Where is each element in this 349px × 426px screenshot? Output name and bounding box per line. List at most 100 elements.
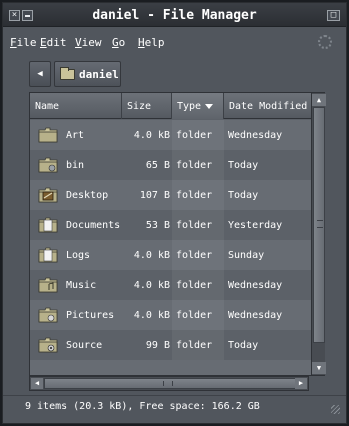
folder-music-icon <box>38 277 58 293</box>
menu-go-label: o <box>118 36 126 49</box>
folder-art-icon <box>38 127 58 143</box>
file-type: folder <box>176 190 213 201</box>
menu-go-mnemonic: G <box>112 36 119 49</box>
file-row[interactable]: Desktop 107 B folder Today <box>30 180 324 210</box>
breadcrumb-home-button[interactable]: daniel <box>54 61 121 87</box>
breadcrumb-label: daniel <box>79 68 119 81</box>
menu-edit-mnemonic: E <box>40 36 47 49</box>
title-bar[interactable]: × daniel - File Manager □ <box>3 3 346 27</box>
scroll-grip-icon <box>317 220 323 228</box>
file-size: 53 B <box>145 220 170 231</box>
file-name: Art <box>66 130 85 141</box>
file-type: folder <box>176 280 213 291</box>
file-name: Source <box>66 340 103 351</box>
folder-documents-icon <box>38 217 58 233</box>
file-row[interactable]: bin 65 B folder Today <box>30 150 324 180</box>
status-bar: 9 items (20.3 kB), Free space: 166.2 GB <box>3 395 346 417</box>
menu-view-label: iew <box>81 36 102 49</box>
column-header-type[interactable]: Type <box>172 93 224 119</box>
column-header-date-modified[interactable]: Date Modified <box>224 93 324 119</box>
home-folder-icon <box>60 67 75 80</box>
back-arrow-icon: ◀ <box>37 69 43 79</box>
file-date-modified: Sunday <box>228 250 265 261</box>
scroll-down-icon: ▼ <box>316 364 322 372</box>
back-button[interactable]: ◀ <box>29 61 51 87</box>
file-row-partial[interactable] <box>30 360 324 375</box>
file-date-modified: Wednesday <box>228 280 283 291</box>
file-row[interactable]: Source 99 B folder Today <box>30 330 324 360</box>
file-name: Pictures <box>66 310 115 321</box>
file-name: bin <box>66 160 85 171</box>
file-type: folder <box>176 310 213 321</box>
file-date-modified: Wednesday <box>228 130 283 141</box>
menu-edit[interactable]: Edit <box>40 36 67 49</box>
file-date-modified: Today <box>228 160 259 171</box>
menu-go[interactable]: Go <box>112 36 125 49</box>
column-header-size-label: Size <box>127 101 152 112</box>
menu-bar: File Edit View Go Help <box>3 28 346 56</box>
file-name: Desktop <box>66 190 109 201</box>
file-type: folder <box>176 250 213 261</box>
menu-file-label: ile <box>16 36 37 49</box>
resize-grip-icon[interactable] <box>331 405 340 414</box>
scroll-down-button[interactable]: ▼ <box>312 362 326 374</box>
file-row[interactable]: Pictures 4.0 kB folder Wednesday <box>30 300 324 330</box>
scroll-left-icon: ◀ <box>34 379 40 387</box>
file-size: 4.0 kB <box>133 250 170 261</box>
file-date-modified: Yesterday <box>228 220 283 231</box>
maximize-button[interactable]: □ <box>327 10 340 21</box>
file-type: folder <box>176 220 213 231</box>
activity-spinner-icon <box>318 35 332 49</box>
file-list: Name Size Type Date Modified Art 4.0 kB fo… <box>29 92 325 376</box>
horizontal-scroll-thumb[interactable] <box>44 378 296 389</box>
file-date-modified: Today <box>228 190 259 201</box>
folder-desktop-icon <box>38 187 58 203</box>
horizontal-scrollbar[interactable]: ◀ ▶ <box>29 376 309 391</box>
menu-file-mnemonic: F <box>10 36 17 49</box>
file-date-modified: Today <box>228 340 259 351</box>
folder-pictures-icon <box>38 307 58 323</box>
sort-descending-icon <box>205 103 214 109</box>
file-type: folder <box>176 340 213 351</box>
scroll-left-button[interactable]: ◀ <box>31 378 43 389</box>
file-name: Documents <box>66 220 121 231</box>
file-type: folder <box>176 160 213 171</box>
menu-edit-label: dit <box>46 36 67 49</box>
folder-source-icon <box>38 337 58 353</box>
column-header-type-label: Type <box>177 101 202 112</box>
file-date-modified: Wednesday <box>228 310 283 321</box>
file-row[interactable]: Documents 53 B folder Yesterday <box>30 210 324 240</box>
file-size: 4.0 kB <box>133 130 170 141</box>
menu-help-mnemonic: H <box>138 36 145 49</box>
scroll-up-icon: ▲ <box>316 96 322 104</box>
menu-view-mnemonic: V <box>75 36 82 49</box>
column-header-name-label: Name <box>35 101 60 112</box>
file-size: 4.0 kB <box>133 280 170 291</box>
column-header-row: Name Size Type Date Modified <box>30 93 324 119</box>
scroll-up-button[interactable]: ▲ <box>312 94 326 106</box>
file-row[interactable]: Art 4.0 kB folder Wednesday <box>30 120 324 150</box>
file-row[interactable]: Music 4.0 kB folder Wednesday <box>30 270 324 300</box>
menu-help[interactable]: Help <box>138 36 165 49</box>
menu-view[interactable]: View <box>75 36 102 49</box>
scroll-right-button[interactable]: ▶ <box>295 378 307 389</box>
menu-help-label: elp <box>144 36 165 49</box>
file-size: 99 B <box>145 340 170 351</box>
file-name: Music <box>66 280 97 291</box>
file-name: Logs <box>66 250 91 261</box>
column-header-size[interactable]: Size <box>122 93 172 119</box>
file-row[interactable]: Logs 4.0 kB folder Sunday <box>30 240 324 270</box>
vertical-scroll-thumb[interactable] <box>313 107 325 343</box>
column-header-date-label: Date Modified <box>229 101 308 112</box>
vertical-scrollbar[interactable]: ▲ ▼ <box>311 93 326 375</box>
hscroll-grip-icon <box>163 381 173 386</box>
column-header-name[interactable]: Name <box>30 93 122 119</box>
file-size: 4.0 kB <box>133 310 170 321</box>
menu-file[interactable]: File <box>10 36 37 49</box>
folder-bin-icon <box>38 157 58 173</box>
location-bar: ◀ daniel <box>3 56 346 92</box>
file-size: 65 B <box>145 160 170 171</box>
scroll-right-icon: ▶ <box>298 379 304 387</box>
status-text: 9 items (20.3 kB), Free space: 166.2 GB <box>25 401 260 412</box>
folder-logs-icon <box>38 247 58 263</box>
